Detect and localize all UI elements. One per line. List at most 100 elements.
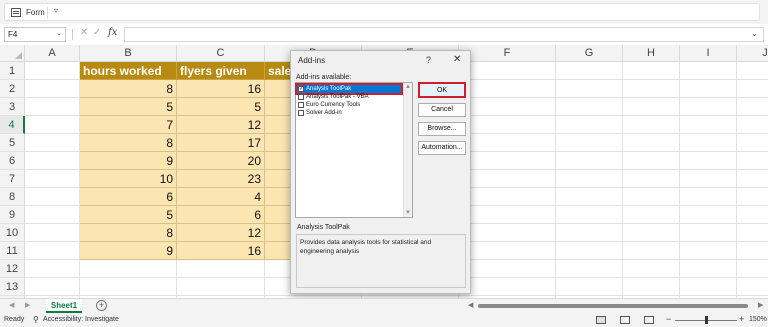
cell[interactable]	[623, 260, 680, 278]
cell[interactable]	[556, 62, 623, 80]
horizontal-scrollbar[interactable]	[478, 304, 756, 309]
cell[interactable]	[80, 260, 177, 278]
help-icon[interactable]: ?	[426, 55, 431, 65]
scroll-up-icon[interactable]: ▲	[405, 84, 411, 90]
table-data-cell[interactable]: 5	[80, 206, 177, 224]
select-all-button[interactable]	[0, 45, 25, 62]
cell[interactable]	[556, 80, 623, 98]
row-header-10[interactable]: 10	[0, 224, 25, 242]
cell[interactable]	[25, 134, 80, 152]
cell[interactable]	[737, 62, 768, 80]
table-data-cell[interactable]: 12	[177, 116, 265, 134]
column-header-i[interactable]: I	[680, 45, 737, 62]
cell[interactable]	[680, 98, 737, 116]
cell[interactable]	[737, 116, 768, 134]
row-header-8[interactable]: 8	[0, 188, 25, 206]
cell[interactable]	[680, 242, 737, 260]
column-header-h[interactable]: H	[623, 45, 680, 62]
cancel-button[interactable]: Cancel	[418, 103, 466, 117]
add-in-item[interactable]: Analysis ToolPak - VBA	[297, 93, 401, 101]
cell[interactable]	[459, 80, 556, 98]
add-in-item[interactable]: Euro Currency Tools	[297, 101, 401, 109]
cell[interactable]	[80, 278, 177, 296]
cell[interactable]	[556, 242, 623, 260]
row-header-2[interactable]: 2	[0, 80, 25, 98]
cell[interactable]	[25, 80, 80, 98]
cell[interactable]	[25, 224, 80, 242]
row-header-13[interactable]: 13	[0, 278, 25, 296]
table-data-cell[interactable]: 8	[80, 224, 177, 242]
cell[interactable]	[737, 152, 768, 170]
cell[interactable]	[623, 206, 680, 224]
table-header-cell[interactable]: hours worked	[80, 62, 177, 80]
cell[interactable]	[556, 98, 623, 116]
accessibility-icon[interactable]: ⚲	[33, 315, 39, 324]
insert-function-icon[interactable]: fx	[108, 27, 117, 38]
row-header-9[interactable]: 9	[0, 206, 25, 224]
cell[interactable]	[556, 170, 623, 188]
table-data-cell[interactable]: 5	[177, 98, 265, 116]
column-header-b[interactable]: B	[80, 45, 177, 62]
page-break-view-icon[interactable]	[644, 316, 654, 324]
expand-formula-bar-icon[interactable]: ⌄	[751, 29, 758, 38]
cell[interactable]	[459, 62, 556, 80]
name-box-dropdown-icon[interactable]: ⌄	[56, 29, 62, 37]
cell[interactable]	[459, 116, 556, 134]
cell[interactable]	[556, 134, 623, 152]
cell[interactable]	[680, 188, 737, 206]
cell[interactable]	[25, 242, 80, 260]
row-header-5[interactable]: 5	[0, 134, 25, 152]
table-data-cell[interactable]: 23	[177, 170, 265, 188]
cell[interactable]	[556, 278, 623, 296]
cell[interactable]	[737, 224, 768, 242]
cell[interactable]	[680, 206, 737, 224]
row-header-1[interactable]: 1	[0, 62, 25, 80]
cell[interactable]	[25, 260, 80, 278]
add-in-item[interactable]: ✓ Analysis ToolPak	[295, 83, 403, 95]
cell[interactable]	[737, 98, 768, 116]
cell[interactable]	[25, 152, 80, 170]
cell[interactable]	[623, 224, 680, 242]
cell[interactable]	[556, 152, 623, 170]
table-data-cell[interactable]: 6	[80, 188, 177, 206]
cell[interactable]	[680, 62, 737, 80]
cell[interactable]	[680, 134, 737, 152]
cell[interactable]	[680, 116, 737, 134]
accessibility-status[interactable]: Accessibility: Investigate	[43, 316, 119, 323]
cell[interactable]	[556, 116, 623, 134]
formula-input[interactable]: ⌄	[124, 27, 764, 42]
column-header-g[interactable]: G	[556, 45, 623, 62]
add-ins-list[interactable]: ▲ ▼ ✓ Analysis ToolPak Analysis ToolPak - …	[295, 82, 413, 218]
form-icon[interactable]	[11, 8, 21, 17]
cell[interactable]	[459, 224, 556, 242]
cell[interactable]	[680, 80, 737, 98]
scroll-down-icon[interactable]: ▼	[405, 210, 411, 216]
normal-view-icon[interactable]	[596, 316, 606, 324]
ok-button[interactable]: OK	[418, 82, 466, 98]
row-header-4[interactable]: 4	[0, 116, 25, 134]
table-header-cell[interactable]: flyers given	[177, 62, 265, 80]
cell[interactable]	[680, 224, 737, 242]
cell[interactable]	[556, 260, 623, 278]
cell[interactable]	[623, 170, 680, 188]
cell[interactable]	[623, 116, 680, 134]
cell[interactable]	[737, 242, 768, 260]
table-data-cell[interactable]: 20	[177, 152, 265, 170]
cell[interactable]	[680, 170, 737, 188]
table-data-cell[interactable]: 4	[177, 188, 265, 206]
cell[interactable]	[737, 134, 768, 152]
table-data-cell[interactable]: 17	[177, 134, 265, 152]
table-data-cell[interactable]: 12	[177, 224, 265, 242]
cell[interactable]	[623, 278, 680, 296]
cell[interactable]	[459, 170, 556, 188]
table-data-cell[interactable]: 8	[80, 80, 177, 98]
cell[interactable]	[623, 242, 680, 260]
automation-button[interactable]: Automation...	[418, 141, 466, 155]
name-box[interactable]: F4 ⌄	[4, 27, 66, 42]
table-data-cell[interactable]: 10	[80, 170, 177, 188]
close-icon[interactable]: ✕	[453, 54, 461, 65]
list-scrollbar[interactable]: ▲ ▼	[403, 83, 412, 217]
table-data-cell[interactable]: 7	[80, 116, 177, 134]
table-data-cell[interactable]: 5	[80, 98, 177, 116]
form-button-label[interactable]: Form	[26, 8, 45, 17]
